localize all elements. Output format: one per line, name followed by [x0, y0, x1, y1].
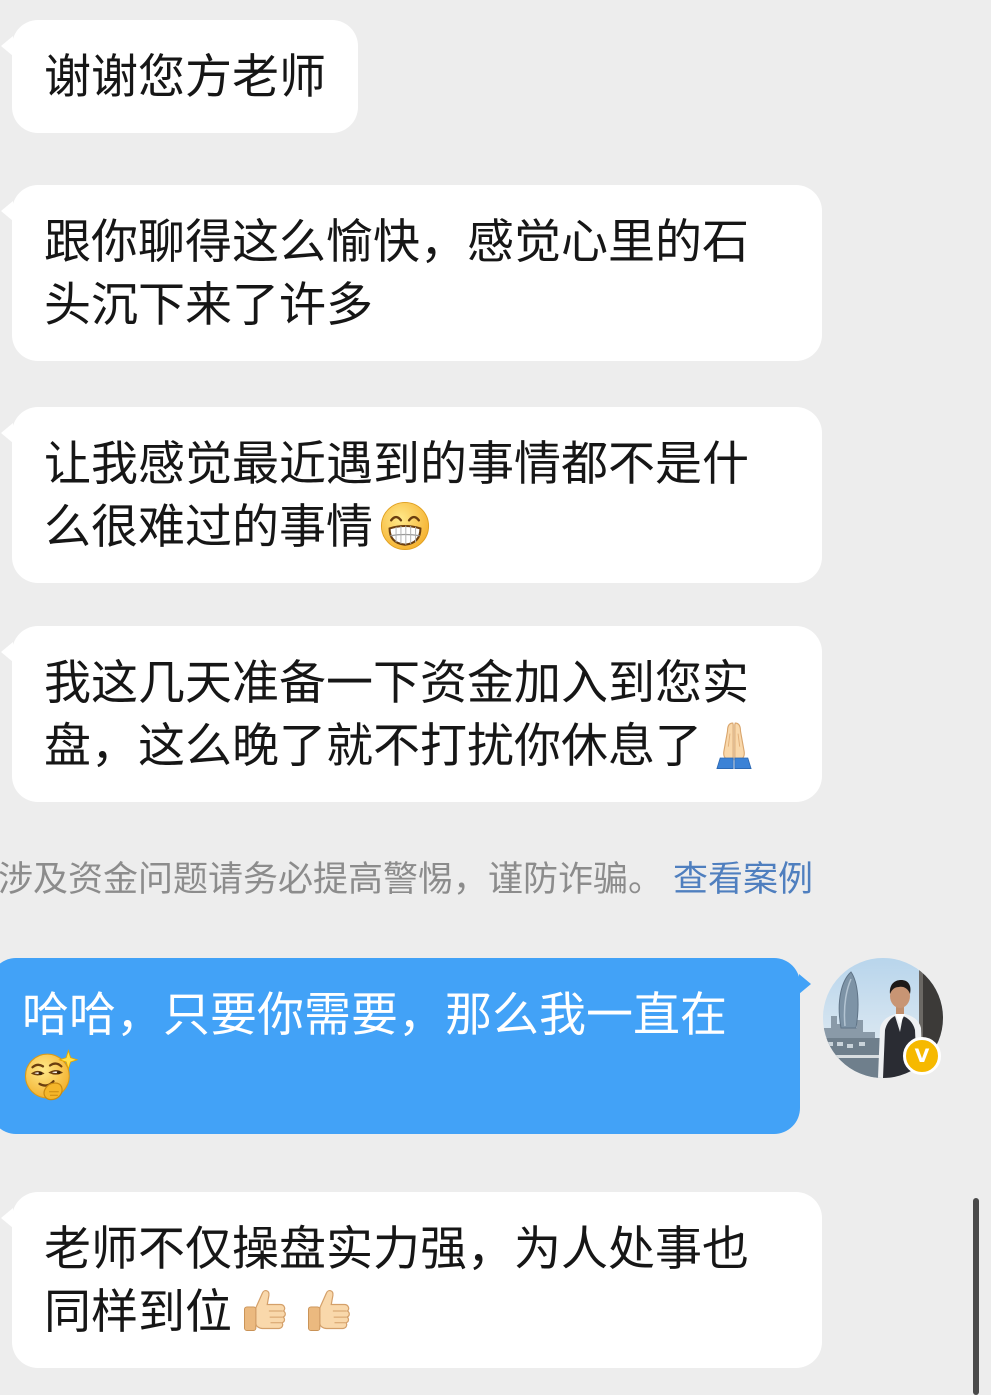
incoming-message-bubble[interactable]: 老师不仅操盘实力强，为人处事也同样到位: [1, 1192, 822, 1368]
grinning-face-icon: [379, 500, 431, 552]
scrollbar-thumb[interactable]: [973, 1198, 979, 1395]
message-text: 跟你聊得这么愉快，感觉心里的石头沉下来了许多: [44, 215, 749, 331]
incoming-message-bubble[interactable]: 跟你聊得这么愉快，感觉心里的石头沉下来了许多: [1, 185, 822, 361]
message-text: 老师不仅操盘实力强，为人处事也同样到位: [44, 1222, 749, 1338]
fraud-warning-notice: 涉及资金问题请务必提高警惕，谨防诈骗。 查看案例: [0, 857, 813, 903]
smart-face-with-sparkle-icon: [22, 1048, 78, 1104]
message-text: 我这几天准备一下资金加入到您实盘，这么晚了就不打扰你休息了: [44, 656, 749, 772]
message-text: 谢谢您方老师: [44, 50, 326, 103]
incoming-message-bubble[interactable]: 让我感觉最近遇到的事情都不是什么很难过的事情: [1, 407, 822, 583]
thumbs-up-icon: [302, 1285, 354, 1337]
view-cases-link[interactable]: 查看案例: [673, 860, 813, 899]
message-text: 哈哈，只要你需要，那么我一直在: [22, 988, 727, 1041]
notice-text: 涉及资金问题请务必提高警惕，谨防诈骗。: [0, 860, 664, 899]
incoming-message-bubble[interactable]: 谢谢您方老师: [1, 20, 358, 133]
chat-screen: 谢谢您方老师 跟你聊得这么愉快，感觉心里的石头沉下来了许多 让我感觉最近遇到的事…: [0, 0, 991, 1395]
outgoing-message-bubble[interactable]: 哈哈，只要你需要，那么我一直在: [0, 958, 811, 1134]
verified-badge-icon: V: [903, 1037, 941, 1075]
incoming-message-bubble[interactable]: 我这几天准备一下资金加入到您实盘，这么晚了就不打扰你休息了: [1, 626, 822, 802]
thumbs-up-icon: [238, 1285, 290, 1337]
folded-hands-icon: [708, 719, 760, 771]
